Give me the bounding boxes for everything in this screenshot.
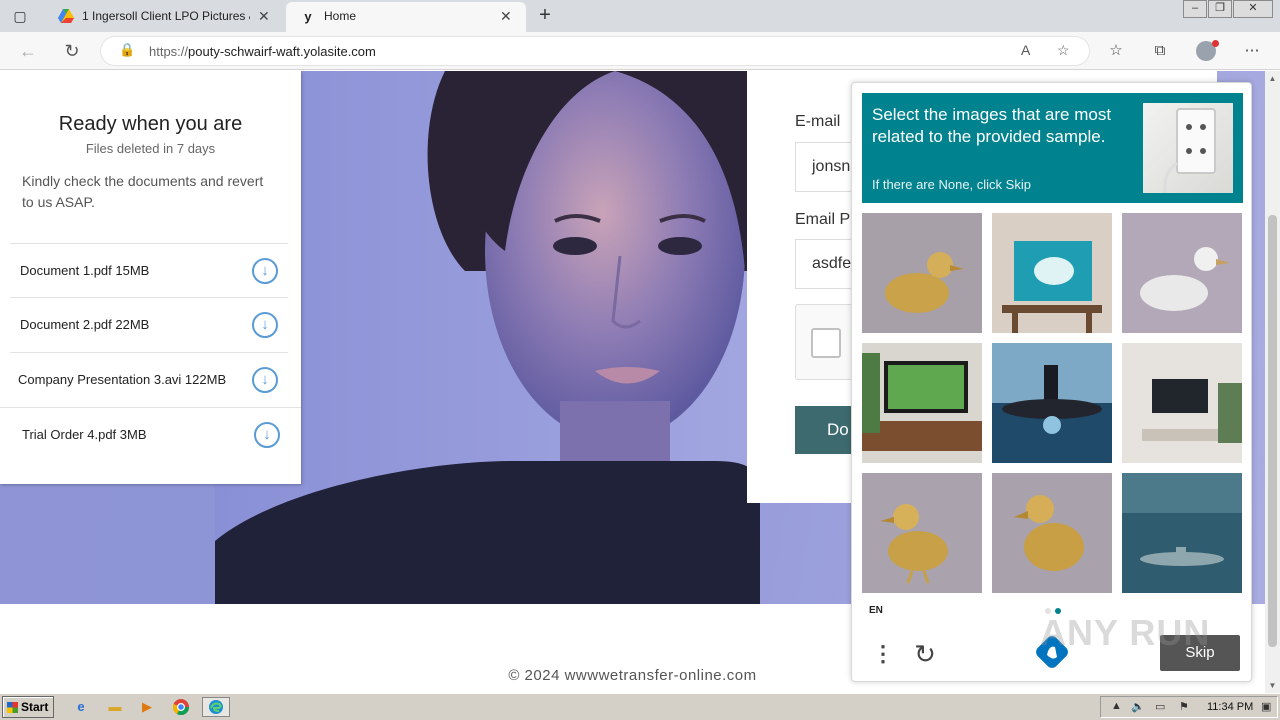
chrome-icon[interactable] <box>170 697 192 717</box>
vertical-menu-icon[interactable]: ⋮ <box>872 639 894 669</box>
download-arrow-icon[interactable]: ↓ <box>252 367 278 393</box>
tile-golden-duck[interactable] <box>992 473 1112 593</box>
read-aloud-icon[interactable]: A <box>1021 42 1030 58</box>
challenge-hint: If there are None, click Skip <box>872 177 1031 192</box>
minimize-button[interactable]: – <box>1183 0 1207 18</box>
tab-home[interactable]: y Home ✕ <box>286 2 526 32</box>
sample-image-power-outlet <box>1143 103 1233 193</box>
captcha-checkbox[interactable] <box>811 328 841 358</box>
collections-icon[interactable]: ⧉ <box>1148 40 1172 62</box>
tab-ingersoll[interactable]: 1 Ingersoll Client LPO Pictures & ✕ <box>44 2 284 32</box>
close-window-button[interactable]: ✕ <box>1233 0 1273 18</box>
lock-icon[interactable]: 🔒 <box>119 42 135 58</box>
challenge-header: Select the images that are most related … <box>862 93 1243 203</box>
page-scrollbar[interactable]: ▲ ▼ <box>1265 71 1280 693</box>
tile-submarine-underwater[interactable] <box>1122 473 1242 593</box>
yola-icon: y <box>304 9 312 24</box>
close-tab-icon[interactable]: ✕ <box>500 2 516 30</box>
download-arrow-icon[interactable]: ↓ <box>252 258 278 284</box>
scroll-down-arrow-icon[interactable]: ▼ <box>1265 678 1280 693</box>
file-name: Document 2.pdf 22MB <box>20 317 150 332</box>
tab-title: 1 Ingersoll Client LPO Pictures & <box>82 9 250 23</box>
files-card-title: Ready when you are <box>58 113 243 135</box>
browser-toolbar: ← ↻ 🔒 https://pouty-schwairf-waft.yolasi… <box>0 32 1280 70</box>
tile-painting-on-easel[interactable] <box>992 213 1112 333</box>
volume-icon[interactable]: 🔈 <box>1131 700 1145 713</box>
files-card: Ready when you are Files deleted in 7 da… <box>0 71 301 484</box>
folder-icon[interactable]: ▬ <box>104 697 126 717</box>
hcaptcha-challenge: Select the images that are most related … <box>851 82 1252 682</box>
restore-button[interactable]: ❐ <box>1208 0 1232 18</box>
more-menu-icon[interactable]: ⋯ <box>1240 40 1264 62</box>
files-card-message: Kindly check the documents and revert to… <box>22 173 264 210</box>
network-icon[interactable]: ▭ <box>1155 700 1165 713</box>
file-row[interactable]: Company Presentation 3.avi 122MB ↓ <box>10 352 288 406</box>
tile-submarine[interactable] <box>992 343 1112 463</box>
file-name: Trial Order 4.pdf 3MB <box>22 427 147 442</box>
files-card-subtitle: Files deleted in 7 days <box>85 141 216 156</box>
email-label: E-mail <box>795 113 841 130</box>
download-arrow-icon[interactable]: ↓ <box>252 312 278 338</box>
system-tray: ▲ 🔈 ▭ ⚑ 11:34 PM ▣ <box>1100 696 1278 718</box>
add-favorite-icon[interactable]: ☆ <box>1057 42 1070 59</box>
tab-actions-icon[interactable]: ▢ <box>10 7 30 25</box>
back-arrow-icon[interactable]: ← <box>16 40 40 62</box>
show-hidden-icons-icon[interactable]: ▲ <box>1111 700 1122 712</box>
anyrun-watermark: ANY RUN <box>1040 612 1211 653</box>
show-desktop-icon[interactable]: ▣ <box>1261 700 1271 713</box>
favorites-icon[interactable]: ☆ <box>1104 40 1128 62</box>
profile-avatar[interactable] <box>1196 40 1219 61</box>
language-selector[interactable]: EN <box>869 605 883 616</box>
tile-golden-duck[interactable] <box>862 473 982 593</box>
scroll-up-arrow-icon[interactable]: ▲ <box>1265 71 1280 86</box>
tile-golden-duck[interactable] <box>862 213 982 333</box>
download-arrow-icon[interactable]: ↓ <box>254 422 280 448</box>
address-bar[interactable]: 🔒 https://pouty-schwairf-waft.yolasite.c… <box>100 36 1090 66</box>
refresh-icon[interactable]: ↻ <box>910 639 940 669</box>
reload-icon[interactable]: ↻ <box>60 40 84 62</box>
file-name: Document 1.pdf 15MB <box>20 263 150 278</box>
tile-tv-on-stand[interactable] <box>862 343 982 463</box>
google-drive-icon <box>58 9 74 25</box>
tab-title: Home <box>324 9 357 23</box>
file-row[interactable]: Document 1.pdf 15MB ↓ <box>10 243 288 297</box>
file-row[interactable]: Trial Order 4.pdf 3MB ↓ <box>0 407 301 461</box>
url-text: https://pouty-schwairf-waft.yolasite.com <box>149 44 376 59</box>
scrollbar-thumb[interactable] <box>1268 215 1277 647</box>
new-tab-button[interactable]: + <box>534 4 556 26</box>
action-center-icon[interactable]: ⚑ <box>1179 700 1189 713</box>
challenge-prompt: Select the images that are most related … <box>872 105 1112 146</box>
tile-white-duck[interactable] <box>1122 213 1242 333</box>
windows-taskbar: Start e ▬ ▶ ▲ 🔈 ▭ ⚑ 11:34 PM ▣ <box>0 693 1280 720</box>
start-button[interactable]: Start <box>2 696 54 718</box>
clock: 11:34 PM <box>1207 701 1254 713</box>
edge-icon[interactable] <box>202 697 230 717</box>
password-label: Email P <box>795 211 851 228</box>
file-name: Company Presentation 3.avi 122MB <box>18 372 227 387</box>
tile-tv-in-living-room[interactable] <box>1122 343 1242 463</box>
ie-icon[interactable]: e <box>70 697 92 717</box>
media-player-icon[interactable]: ▶ <box>136 697 158 717</box>
file-row[interactable]: Document 2.pdf 22MB ↓ <box>10 297 288 351</box>
close-tab-icon[interactable]: ✕ <box>258 2 274 30</box>
browser-tab-strip: ▢ 1 Ingersoll Client LPO Pictures & ✕ y … <box>0 0 1280 32</box>
